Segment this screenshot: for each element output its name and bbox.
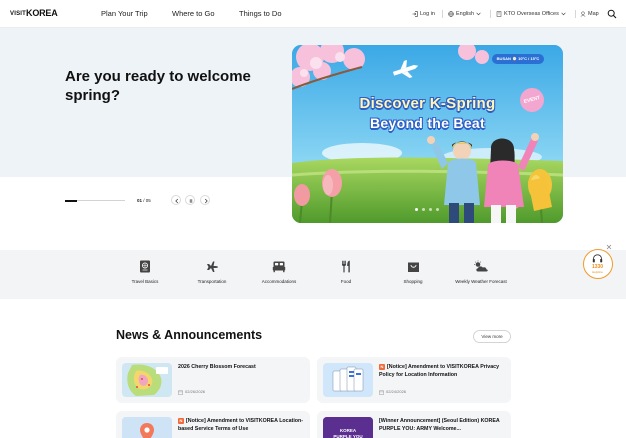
pagination-dot[interactable] xyxy=(422,208,425,211)
close-icon[interactable] xyxy=(606,244,612,250)
category-label: Shopping xyxy=(403,279,423,284)
next-slide-button[interactable] xyxy=(200,195,210,205)
news-card[interactable]: N [Notice] Amendment to VISITKOREA Locati… xyxy=(116,411,310,438)
site-header: VISITKOREA Plan Your Trip Where to Go Th… xyxy=(0,0,626,28)
hero-banner[interactable]: BUSAN ⌚ 10°C / 15°C EVENT Discover K-Spr… xyxy=(292,45,563,223)
notice-icon: N xyxy=(178,418,184,424)
chevron-down-icon xyxy=(476,12,481,16)
category-label: Travel Basics xyxy=(131,279,159,284)
category-label: Transportation xyxy=(197,279,227,284)
cherry-blossom-map-image xyxy=(122,363,172,397)
map-pin-icon xyxy=(580,11,586,17)
spring-scene-illustration xyxy=(292,45,563,223)
headset-icon xyxy=(592,254,603,263)
news-card-date: 02/26/2026 xyxy=(178,389,205,395)
news-card-title-text: 2026 Cherry Blossom Forecast xyxy=(178,364,256,370)
login-link[interactable]: Log in xyxy=(412,10,435,18)
header-divider xyxy=(490,10,491,18)
category-food[interactable]: Food xyxy=(311,260,381,285)
offices-select[interactable]: KTO Overseas Offices xyxy=(496,10,566,18)
news-card-title-text: [Notice] Amendment to VISITKOREA Locatio… xyxy=(178,418,304,432)
passport-icon xyxy=(140,260,150,273)
phone-stack-image xyxy=(323,363,373,397)
chevron-down-icon xyxy=(561,12,566,16)
calendar-icon xyxy=(178,390,183,395)
pagination-dot[interactable] xyxy=(429,208,432,211)
news-card-title: N [Notice] Amendment to VISITKOREA Locati… xyxy=(178,418,306,433)
news-card[interactable]: 2026 Cherry Blossom Forecast 02/26/2026 xyxy=(116,357,310,403)
news-card[interactable]: N [Notice] Amendment to VISITKOREA Privac… xyxy=(317,357,511,403)
category-transportation[interactable]: Transportation xyxy=(177,260,247,285)
pagination-dot[interactable] xyxy=(436,208,439,211)
news-card-date-text: 02/24/2026 xyxy=(386,389,407,394)
notice-icon: N xyxy=(379,364,385,370)
bed-icon xyxy=(272,261,286,273)
calendar-icon xyxy=(379,390,384,395)
banner-subheadline: Beyond the Beat xyxy=(370,115,485,131)
helpline-label: Helpline xyxy=(592,270,603,274)
category-shopping[interactable]: Shopping xyxy=(378,260,448,285)
fork-knife-icon xyxy=(342,260,350,273)
visitkorea-logo[interactable]: VISITKOREA xyxy=(10,8,58,20)
banner-pagination xyxy=(415,208,439,211)
news-thumbnail xyxy=(122,417,172,438)
category-label: Accommodations xyxy=(261,279,297,284)
news-thumbnail xyxy=(122,363,172,397)
svg-text:PURPLE YOU: PURPLE YOU xyxy=(333,434,362,438)
header-divider xyxy=(575,10,576,18)
news-card-date: 02/24/2026 xyxy=(379,389,406,395)
weather-icon xyxy=(474,260,488,272)
news-thumbnail xyxy=(323,363,373,397)
news-card-title: 2026 Cherry Blossom Forecast xyxy=(178,364,306,372)
globe-icon xyxy=(448,11,454,17)
news-card-title: [Winner Announcement] (Seoul Edition) KO… xyxy=(379,418,507,433)
korea-purple-you-image: KOREA PURPLE YOU xyxy=(323,417,373,438)
slide-total: 05 xyxy=(145,198,151,203)
helpline-1330-button[interactable]: 1330 Helpline xyxy=(583,249,613,279)
pause-icon xyxy=(189,199,193,203)
next-arrow-icon xyxy=(204,198,208,204)
shopping-bag-icon xyxy=(407,262,419,272)
prev-arrow-icon xyxy=(175,198,179,204)
category-label: Food xyxy=(340,279,352,284)
login-icon xyxy=(412,11,418,17)
news-card-title-text: [Notice] Amendment to VISITKOREA Privacy… xyxy=(379,364,500,378)
nav-plan-your-trip[interactable]: Plan Your Trip xyxy=(101,9,148,19)
slide-progress-fill xyxy=(65,199,77,202)
hero-title: Are you ready to welcome spring? xyxy=(65,68,251,104)
news-card[interactable]: KOREA PURPLE YOU [Winner Announcement] (… xyxy=(317,411,511,438)
news-card-date-text: 02/26/2026 xyxy=(185,389,206,394)
category-accommodations[interactable]: Accommodations xyxy=(244,260,314,285)
category-weather-forecast[interactable]: Weekly Weather Forecast xyxy=(446,260,516,285)
news-card-title: N [Notice] Amendment to VISITKOREA Privac… xyxy=(379,364,507,379)
category-travel-basics[interactable]: Travel Basics xyxy=(110,260,180,285)
category-label: Weekly Weather Forecast xyxy=(455,279,507,284)
language-label: English xyxy=(456,11,475,17)
building-icon xyxy=(496,11,502,17)
location-pin-image xyxy=(122,417,172,438)
news-card-title-text: [Winner Announcement] (Seoul Edition) KO… xyxy=(379,418,500,432)
airplane-icon xyxy=(206,261,218,272)
language-select[interactable]: English xyxy=(448,10,481,18)
prev-slide-button[interactable] xyxy=(171,195,181,205)
pause-slide-button[interactable] xyxy=(185,195,195,205)
news-thumbnail: KOREA PURPLE YOU xyxy=(323,417,373,438)
news-section-title: News & Announcements xyxy=(116,328,263,342)
login-label: Log in xyxy=(420,11,435,17)
nav-where-to-go[interactable]: Where to Go xyxy=(172,9,215,19)
search-icon[interactable] xyxy=(607,9,617,19)
view-more-button[interactable]: View more xyxy=(473,330,511,343)
pagination-dot[interactable] xyxy=(415,208,418,211)
offices-label: KTO Overseas Offices xyxy=(504,11,559,17)
map-label: Map xyxy=(588,11,599,17)
slide-counter: 01 / 05 xyxy=(137,197,151,204)
nav-things-to-do[interactable]: Things to Do xyxy=(239,9,282,19)
header-divider xyxy=(442,10,443,18)
svg-text:KOREA: KOREA xyxy=(340,428,357,433)
weather-tag: BUSAN ⌚ 10°C / 15°C xyxy=(492,54,544,64)
slide-progress-bar xyxy=(65,199,125,202)
banner-headline: Discover K-Spring xyxy=(359,95,496,112)
map-link[interactable]: Map xyxy=(580,10,599,18)
